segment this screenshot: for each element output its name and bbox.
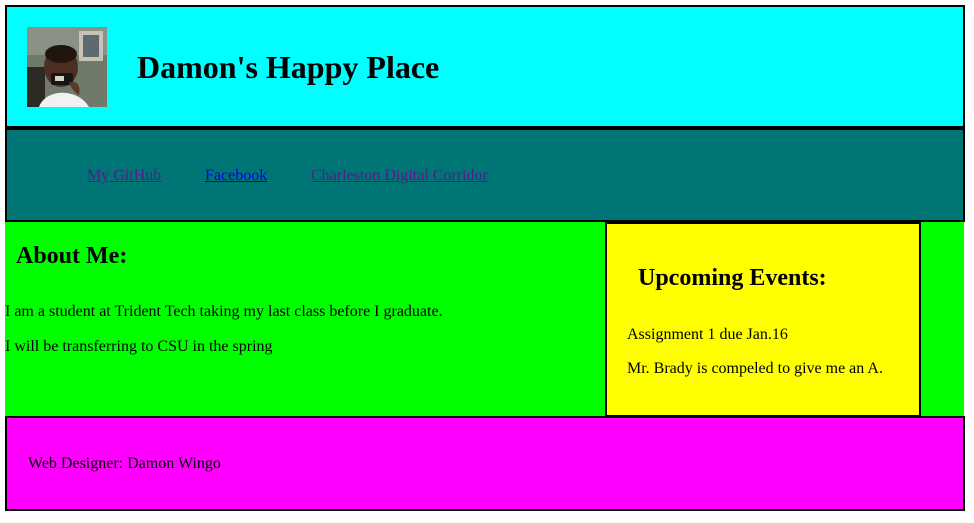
nav-link-charleston-digital-corridor[interactable]: Charleston Digital Corridor xyxy=(311,166,488,186)
about-text: I am a student at Trident Tech taking my… xyxy=(5,303,443,320)
footer-credit: Web Designer: Damon Wingo xyxy=(28,455,221,472)
nav-link-facebook[interactable]: Facebook xyxy=(205,166,267,186)
site-footer: Web Designer: Damon Wingo xyxy=(5,416,965,511)
avatar xyxy=(27,27,107,107)
events-heading: Upcoming Events: xyxy=(638,265,827,291)
about-text: I will be transferring to CSU in the spr… xyxy=(5,338,273,355)
user-photo-icon xyxy=(27,27,107,107)
nav-bar: My GitHub Facebook Charleston Digital Co… xyxy=(5,128,965,222)
event-item: Mr. Brady is compeled to give me an A. xyxy=(627,360,883,377)
site-header: Damon's Happy Place xyxy=(5,5,965,128)
page-title: Damon's Happy Place xyxy=(137,49,440,85)
event-item: Assignment 1 due Jan.16 xyxy=(627,326,788,343)
about-heading: About Me: xyxy=(16,243,128,269)
events-panel: Upcoming Events: Assignment 1 due Jan.16… xyxy=(605,222,921,417)
main-content: About Me: I am a student at Trident Tech… xyxy=(5,222,964,417)
nav-link-github[interactable]: My GitHub xyxy=(87,166,161,186)
